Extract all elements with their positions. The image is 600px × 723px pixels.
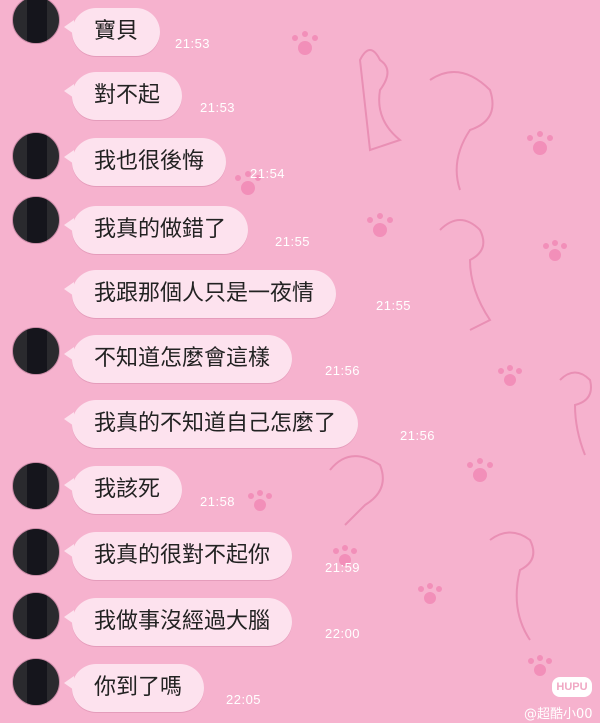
contact-avatar[interactable] [12, 327, 60, 375]
message-bubble[interactable]: 我真的做錯了 [63, 206, 249, 254]
message-timestamp: 22:00 [325, 626, 361, 641]
message-timestamp: 21:58 [200, 494, 236, 509]
message-bubble[interactable]: 我真的很對不起你 [63, 532, 293, 580]
message-timestamp: 21:56 [400, 428, 436, 443]
message-timestamp: 21:56 [325, 363, 361, 378]
contact-avatar[interactable] [12, 592, 60, 640]
message-timestamp: 21:53 [200, 100, 236, 115]
message-bubble[interactable]: 我也很後悔 [63, 138, 227, 186]
message-timestamp: 21:55 [376, 298, 412, 313]
message-bubble[interactable]: 我真的不知道自己怎麼了 [63, 400, 359, 448]
message-bubble[interactable]: 對不起 [63, 72, 183, 120]
message-timestamp: 21:54 [250, 166, 286, 181]
message-bubble[interactable]: 我跟那個人只是一夜情 [63, 270, 337, 318]
weibo-watermark: @超酷小00 [524, 707, 593, 722]
contact-avatar[interactable] [12, 658, 60, 706]
contact-avatar[interactable] [12, 196, 60, 244]
contact-avatar[interactable] [12, 528, 60, 576]
message-bubble[interactable]: 我做事沒經過大腦 [63, 598, 293, 646]
message-timestamp: 21:59 [325, 560, 361, 575]
message-bubble[interactable]: 我該死 [63, 466, 183, 514]
message-timestamp: 22:05 [226, 692, 262, 707]
message-timestamp: 21:55 [275, 234, 311, 249]
hupu-logo: HUPU [552, 677, 592, 697]
message-bubble[interactable]: 寶貝 [63, 8, 161, 56]
contact-avatar[interactable] [12, 462, 60, 510]
message-timestamp: 21:53 [175, 36, 211, 51]
message-bubble[interactable]: 你到了嗎 [63, 664, 205, 712]
contact-avatar[interactable] [12, 132, 60, 180]
message-bubble[interactable]: 不知道怎麼會這樣 [63, 335, 293, 383]
